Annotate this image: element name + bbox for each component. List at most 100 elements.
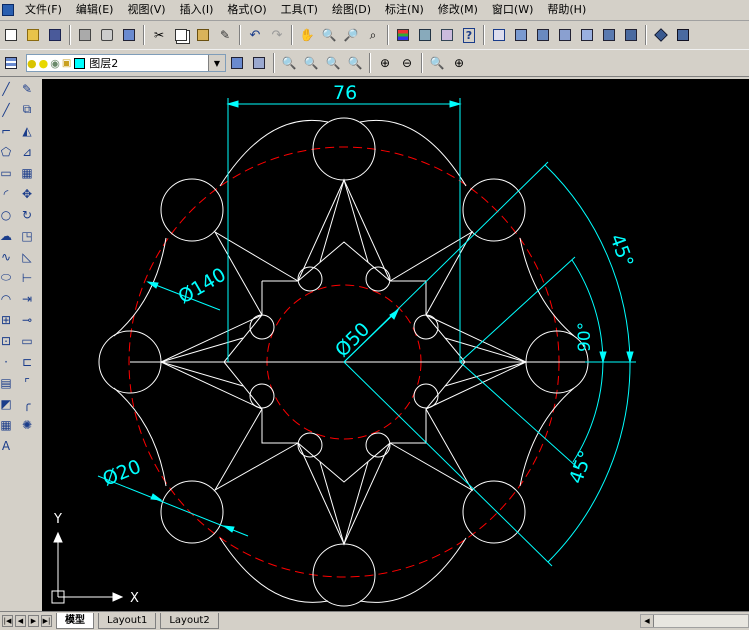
last-tab-button[interactable]: ▶| xyxy=(41,615,52,627)
match-properties-icon[interactable]: ✎ xyxy=(215,25,235,45)
point-icon[interactable]: · xyxy=(1,351,11,372)
break-at-point-icon[interactable]: ⊸ xyxy=(18,309,36,330)
view-top-icon[interactable] xyxy=(511,25,531,45)
insert-block-icon[interactable]: ⊞ xyxy=(1,309,11,330)
undo-icon[interactable]: ↶ xyxy=(245,25,265,45)
line-icon[interactable]: ╱ xyxy=(1,78,11,99)
paste-icon[interactable] xyxy=(193,25,213,45)
iso-sw-icon[interactable] xyxy=(651,25,671,45)
prev-tab-button[interactable]: ◀ xyxy=(15,615,26,627)
fillet-icon[interactable]: ╭ xyxy=(18,393,36,414)
zoom-all-icon[interactable]: 🔍 xyxy=(427,53,447,73)
copy-icon[interactable] xyxy=(171,25,191,45)
arc-icon[interactable]: ◜ xyxy=(1,183,11,204)
help-icon[interactable]: ? xyxy=(459,25,479,45)
view-back-icon[interactable] xyxy=(621,25,641,45)
circle-icon[interactable]: ○ xyxy=(1,204,11,225)
chamfer-icon[interactable]: ⌜ xyxy=(18,372,36,393)
zoom-dynamic-icon[interactable]: 🔍 xyxy=(301,53,321,73)
print-preview-icon[interactable] xyxy=(97,25,117,45)
tab-layout1[interactable]: Layout1 xyxy=(98,613,157,629)
menu-window[interactable]: 窗口(W) xyxy=(485,1,540,19)
construction-line-icon[interactable]: ╱ xyxy=(1,99,11,120)
zoom-in-icon[interactable]: ⊕ xyxy=(375,53,395,73)
menu-help[interactable]: 帮助(H) xyxy=(540,1,593,19)
menu-modify[interactable]: 修改(M) xyxy=(431,1,485,19)
table-icon[interactable]: ▦ xyxy=(0,414,11,435)
first-tab-button[interactable]: |◀ xyxy=(2,615,13,627)
ucs-icon[interactable] xyxy=(489,25,509,45)
publish-icon[interactable] xyxy=(119,25,139,45)
layer-dropdown[interactable]: ● ● ◉ ▣ 图层2 ▼ xyxy=(26,54,226,72)
scroll-left-icon[interactable]: ◀ xyxy=(641,615,654,627)
ellipse-arc-icon[interactable]: ◠ xyxy=(1,288,11,309)
menu-insert[interactable]: 插入(I) xyxy=(173,1,221,19)
view-front-icon[interactable] xyxy=(599,25,619,45)
array-icon[interactable]: ▦ xyxy=(18,162,36,183)
cut-icon[interactable]: ✂ xyxy=(149,25,169,45)
erase-icon[interactable]: ✎ xyxy=(18,78,36,99)
tab-model[interactable]: 模型 xyxy=(56,613,94,629)
mirror-icon[interactable]: ◭ xyxy=(18,120,36,141)
tab-layout2[interactable]: Layout2 xyxy=(160,613,219,629)
ellipse-icon[interactable]: ⬭ xyxy=(1,267,11,288)
break-icon[interactable]: ▭ xyxy=(18,330,36,351)
region-icon[interactable]: ◩ xyxy=(0,393,11,414)
open-icon[interactable] xyxy=(23,25,43,45)
zoom-realtime-icon[interactable]: 🔍 xyxy=(319,25,339,45)
zoom-scale-icon[interactable]: 🔍 xyxy=(323,53,343,73)
rectangle-icon[interactable]: ▭ xyxy=(0,162,11,183)
offset-icon[interactable]: ⊿ xyxy=(18,141,36,162)
iso-se-icon[interactable] xyxy=(673,25,693,45)
drawing-canvas[interactable]: 76 Ø140 Ø50 Ø20 45° 90° 45° Y X xyxy=(42,79,749,611)
menu-dimension[interactable]: 标注(N) xyxy=(378,1,431,19)
extend-icon[interactable]: ⇥ xyxy=(18,288,36,309)
app-icon[interactable] xyxy=(2,4,14,16)
print-icon[interactable] xyxy=(75,25,95,45)
revision-cloud-icon[interactable]: ☁ xyxy=(0,225,12,246)
chevron-down-icon[interactable]: ▼ xyxy=(208,55,225,71)
horizontal-scrollbar[interactable]: ◀ xyxy=(640,614,749,628)
menu-draw[interactable]: 绘图(D) xyxy=(325,1,378,19)
new-icon[interactable] xyxy=(1,25,21,45)
polygon-icon[interactable]: ⬠ xyxy=(1,141,11,162)
zoom-window-icon[interactable]: 🔍 xyxy=(279,53,299,73)
polyline-icon[interactable]: ⌐ xyxy=(1,120,11,141)
zoom-previous-icon[interactable]: ⌕ xyxy=(363,25,383,45)
make-block-icon[interactable]: ⊡ xyxy=(1,330,11,351)
multiline-text-icon[interactable]: A xyxy=(1,435,11,456)
make-object-layer-current-icon[interactable] xyxy=(227,53,247,73)
copy-object-icon[interactable]: ⧉ xyxy=(18,99,36,120)
save-icon[interactable] xyxy=(45,25,65,45)
stretch-icon[interactable]: ◺ xyxy=(18,246,36,267)
explode-icon[interactable]: ✺ xyxy=(18,414,36,435)
tool-palettes-icon[interactable] xyxy=(437,25,457,45)
rotate-icon[interactable]: ↻ xyxy=(18,204,36,225)
star-point-top-left xyxy=(213,230,299,316)
zoom-center-icon[interactable]: 🔍 xyxy=(345,53,365,73)
join-icon[interactable]: ⊏ xyxy=(18,351,36,372)
trim-icon[interactable]: ⊢ xyxy=(18,267,36,288)
next-tab-button[interactable]: ▶ xyxy=(28,615,39,627)
pan-icon[interactable]: ✋ xyxy=(297,25,317,45)
design-center-icon[interactable] xyxy=(415,25,435,45)
menu-file[interactable]: 文件(F) xyxy=(18,1,69,19)
view-right-icon[interactable] xyxy=(577,25,597,45)
hatch-icon[interactable]: ▤ xyxy=(0,372,11,393)
menu-edit[interactable]: 编辑(E) xyxy=(69,1,121,19)
view-bottom-icon[interactable] xyxy=(533,25,553,45)
move-icon[interactable]: ✥ xyxy=(18,183,36,204)
layer-previous-icon[interactable] xyxy=(249,53,269,73)
properties-icon[interactable] xyxy=(393,25,413,45)
view-left-icon[interactable] xyxy=(555,25,575,45)
layer-manager-icon[interactable] xyxy=(1,53,21,73)
redo-icon[interactable]: ↷ xyxy=(267,25,287,45)
menu-view[interactable]: 视图(V) xyxy=(120,1,172,19)
zoom-window-icon[interactable]: 🔎 xyxy=(341,25,361,45)
zoom-extents-icon[interactable]: ⊕ xyxy=(449,53,469,73)
menu-tools[interactable]: 工具(T) xyxy=(274,1,325,19)
menu-format[interactable]: 格式(O) xyxy=(220,1,273,19)
zoom-out-icon[interactable]: ⊖ xyxy=(397,53,417,73)
scale-icon[interactable]: ◳ xyxy=(18,225,36,246)
spline-icon[interactable]: ∿ xyxy=(1,246,11,267)
